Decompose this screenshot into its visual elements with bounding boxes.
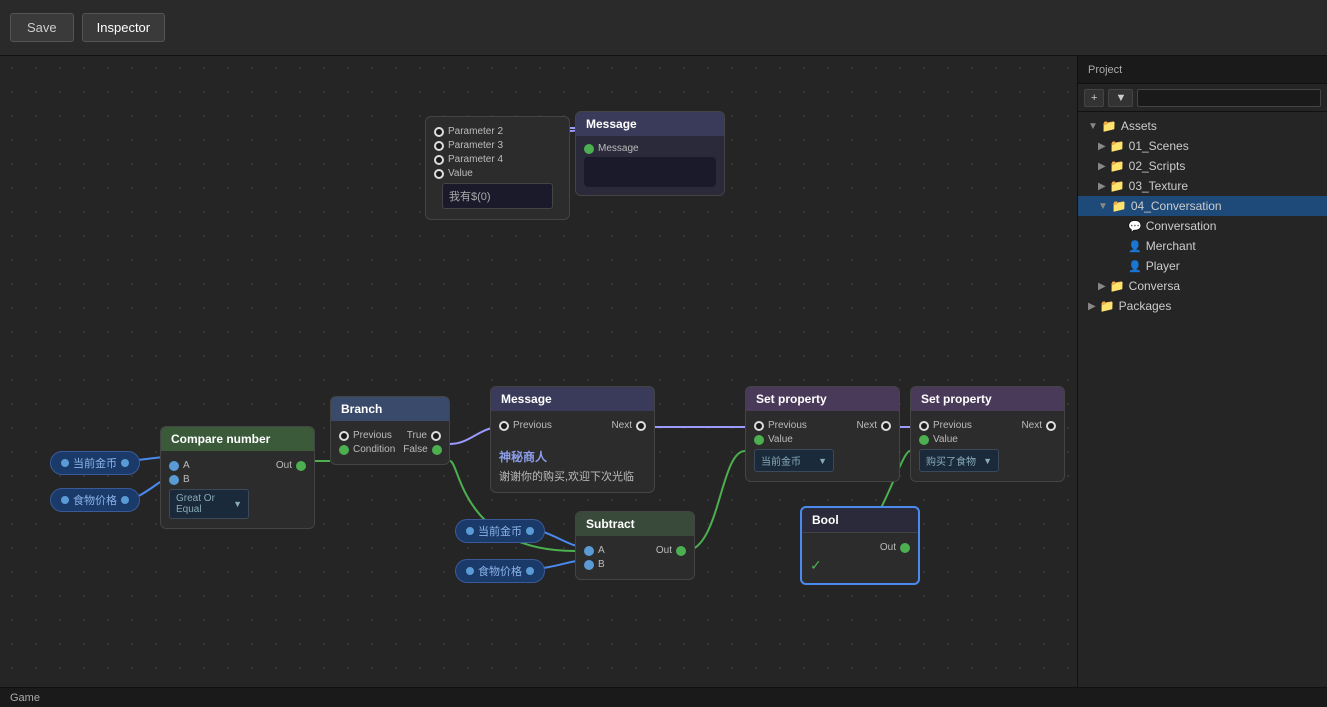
branch-cond-port[interactable] — [339, 445, 349, 455]
food-price-pill-2: 食物价格 — [455, 559, 545, 583]
setprop2-header: Set property — [911, 387, 1064, 411]
setprop1-header: Set property — [746, 387, 899, 411]
message-top-header: Message — [576, 112, 724, 136]
out-port[interactable] — [296, 461, 306, 471]
tree-item-conversa[interactable]: ▶ 📁 Conversa — [1078, 276, 1327, 296]
search-input[interactable] — [1137, 89, 1321, 107]
setprop1-dropdown[interactable]: 当前金币▼ — [754, 449, 834, 472]
coin1-port[interactable] — [61, 459, 69, 467]
msg-prev-port[interactable] — [499, 421, 509, 431]
b-port[interactable] — [169, 475, 179, 485]
tree-item-04conversation[interactable]: ▼ 📁 04_Conversation — [1078, 196, 1327, 216]
message-main-node: Message PreviousNext 神秘商人 谢谢你的购买,欢迎下次光临 — [490, 386, 655, 493]
more-button[interactable]: ▼ — [1108, 89, 1133, 107]
food1-port[interactable] — [61, 496, 69, 504]
canvas-area[interactable]: Parameter 2 Parameter 3 Parameter 4 Valu… — [0, 56, 1077, 687]
compare-node: Compare number AOut B Great Or Equal▼ — [160, 426, 315, 529]
tree-item-merchant[interactable]: 👤 Merchant — [1078, 236, 1327, 256]
compare-dropdown[interactable]: Great Or Equal▼ — [169, 489, 249, 519]
bool-out-port[interactable] — [900, 543, 910, 553]
tree-item-03texture[interactable]: ▶ 📁 03_Texture — [1078, 176, 1327, 196]
food1-out-port[interactable] — [121, 496, 129, 504]
sub-b-port[interactable] — [584, 560, 594, 570]
message-top-content: Message — [576, 136, 724, 195]
game-tab[interactable]: Game — [10, 692, 40, 704]
setprop2-dropdown[interactable]: 购买了食物▼ — [919, 449, 999, 472]
sp2-value-port[interactable] — [919, 435, 929, 445]
coin1-out-port[interactable] — [121, 459, 129, 467]
curr-coin-pill-2: 当前金币 — [455, 519, 545, 543]
bool-node: Bool Out ✓ — [800, 506, 920, 585]
setprop1-node: Set property PreviousNext Value 当前金币▼ — [745, 386, 900, 482]
bool-check[interactable]: ✓ — [810, 557, 822, 574]
branch-false-port[interactable] — [432, 445, 442, 455]
save-button[interactable]: Save — [10, 13, 74, 42]
sub-out-port[interactable] — [676, 546, 686, 556]
value-port[interactable] — [434, 169, 444, 179]
bool-header: Bool — [802, 508, 918, 533]
sp1-next-port[interactable] — [881, 421, 891, 431]
message-top-inner — [584, 157, 716, 187]
param4-port[interactable] — [434, 155, 444, 165]
subtract-header: Subtract — [576, 512, 694, 536]
param2-port[interactable] — [434, 127, 444, 137]
sp1-value-port[interactable] — [754, 435, 764, 445]
param3-port[interactable] — [434, 141, 444, 151]
coin2-port[interactable] — [466, 527, 474, 535]
sp2-prev-port[interactable] — [919, 421, 929, 431]
param-node: Parameter 2 Parameter 3 Parameter 4 Valu… — [425, 116, 570, 220]
right-panel: Project + ▼ ▼ 📁 Assets ▶ 📁 01_Scenes ▶ 📁… — [1077, 56, 1327, 687]
tree-item-packages[interactable]: ▶ 📁 Packages — [1078, 296, 1327, 316]
inspector-tab[interactable]: Inspector — [82, 13, 165, 42]
asset-tree: ▼ 📁 Assets ▶ 📁 01_Scenes ▶ 📁 02_Scripts … — [1078, 112, 1327, 687]
message-main-header: Message — [491, 387, 654, 411]
sub-a-port[interactable] — [584, 546, 594, 556]
compare-header: Compare number — [161, 427, 314, 451]
top-bar: Save Inspector — [0, 0, 1327, 56]
tree-item-01scenes[interactable]: ▶ 📁 01_Scenes — [1078, 136, 1327, 156]
right-panel-toolbar: + ▼ — [1078, 84, 1327, 112]
msg-next-port[interactable] — [636, 421, 646, 431]
sp1-prev-port[interactable] — [754, 421, 764, 431]
value-box: 我有$(0) — [442, 183, 553, 209]
food2-out-port[interactable] — [526, 567, 534, 575]
tree-item-assets[interactable]: ▼ 📁 Assets — [1078, 116, 1327, 136]
a-port[interactable] — [169, 461, 179, 471]
tree-item-player[interactable]: 👤 Player — [1078, 256, 1327, 276]
message-top-node: Message Message — [575, 111, 725, 196]
subtract-node: Subtract AOut B — [575, 511, 695, 580]
curr-coin-pill-1: 当前金币 — [50, 451, 140, 475]
food2-port[interactable] — [466, 567, 474, 575]
add-button[interactable]: + — [1084, 89, 1104, 107]
tree-item-02scripts[interactable]: ▶ 📁 02_Scripts — [1078, 156, 1327, 176]
sp2-next-port[interactable] — [1046, 421, 1056, 431]
main-layout: Parameter 2 Parameter 3 Parameter 4 Valu… — [0, 56, 1327, 687]
branch-prev-port[interactable] — [339, 431, 349, 441]
bottom-bar: Game — [0, 687, 1327, 707]
right-panel-header: Project — [1078, 56, 1327, 84]
branch-true-port[interactable] — [431, 431, 441, 441]
branch-header: Branch — [331, 397, 449, 421]
tree-item-conversation[interactable]: 💬 Conversation — [1078, 216, 1327, 236]
setprop2-node: Set property PreviousNext Value 购买了食物▼ — [910, 386, 1065, 482]
coin2-out-port[interactable] — [526, 527, 534, 535]
food-price-pill-1: 食物价格 — [50, 488, 140, 512]
message-content: 神秘商人 谢谢你的购买,欢迎下次光临 — [491, 440, 654, 492]
branch-node: Branch PreviousTrue ConditionFalse — [330, 396, 450, 465]
message-top-port[interactable] — [584, 144, 594, 154]
